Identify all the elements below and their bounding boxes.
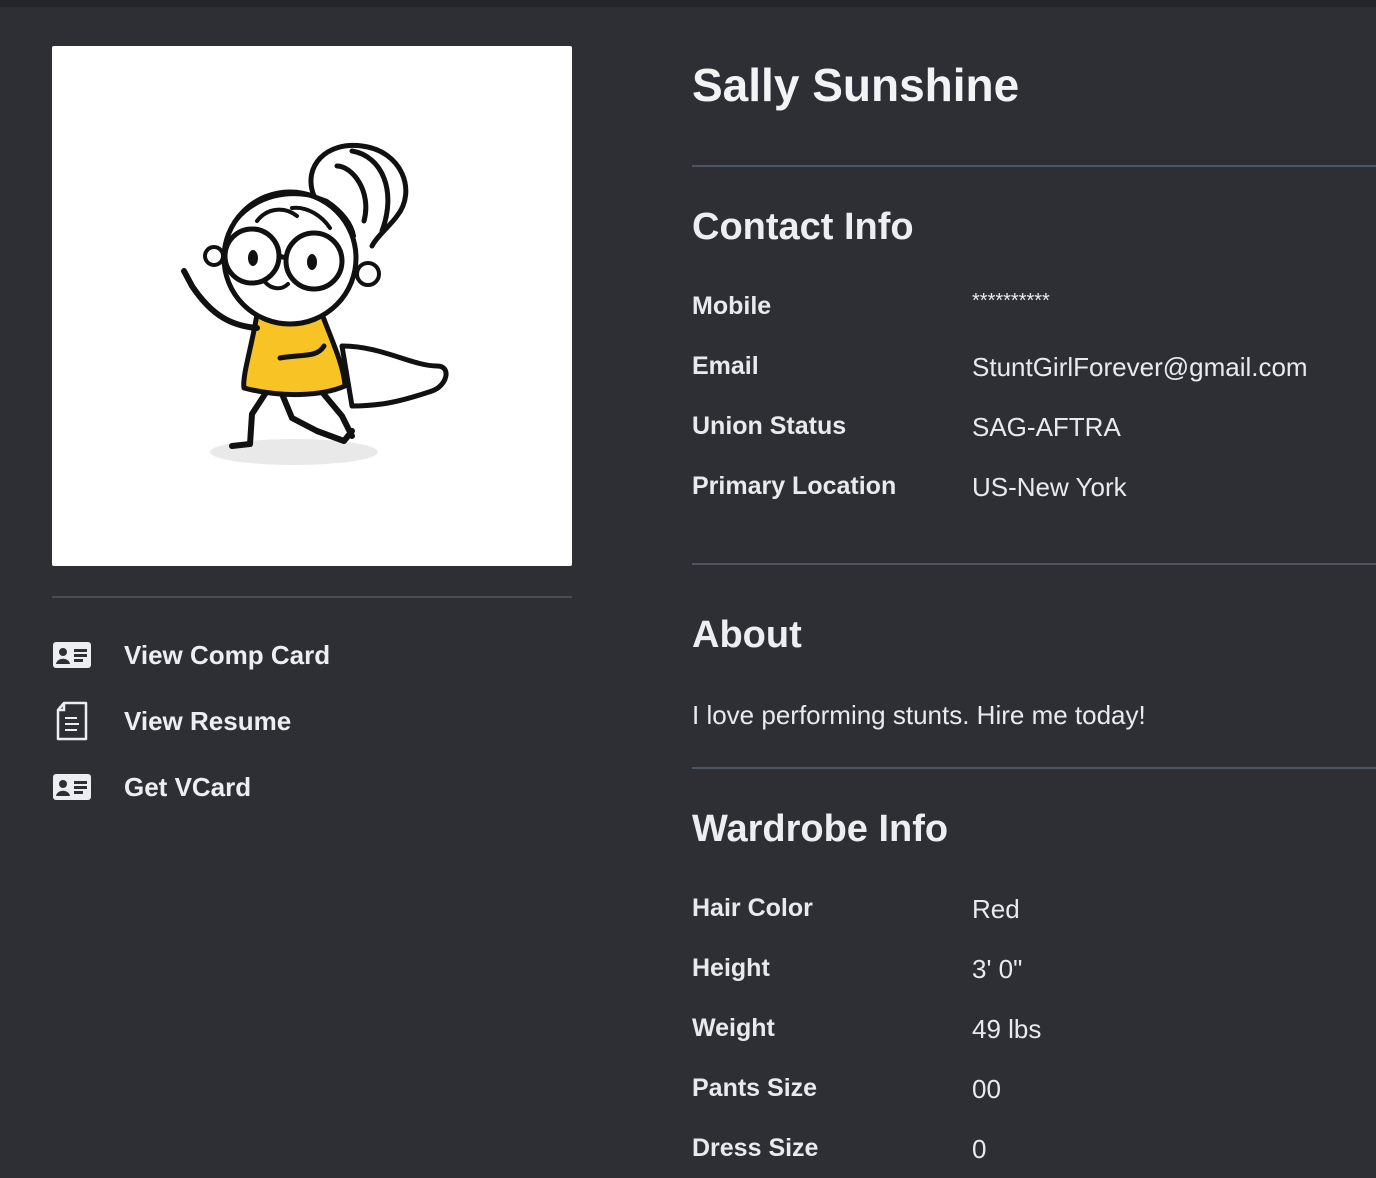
view-resume-link[interactable]: View Resume: [52, 688, 572, 754]
top-bar: [0, 0, 1376, 7]
wardrobe-label-pants-size: Pants Size: [692, 1074, 818, 1102]
contact-label-email: Email: [692, 352, 759, 380]
view-comp-card-label: View Comp Card: [124, 639, 331, 670]
view-comp-card-link[interactable]: View Comp Card: [52, 622, 572, 688]
wardrobe-label-height: Height: [692, 954, 770, 982]
section-divider: [692, 165, 1376, 167]
get-vcard-label: Get VCard: [124, 771, 252, 802]
wardrobe-value-pants-size: 00: [972, 1074, 1001, 1104]
wardrobe-label-dress-size: Dress Size: [692, 1134, 819, 1162]
profile-sidebar: View Comp Card View Resume Get VCard: [52, 46, 572, 820]
id-card-icon: [52, 635, 92, 675]
contact-value-union: SAG-AFTRA: [972, 412, 1121, 442]
wardrobe-label-weight: Weight: [692, 1014, 775, 1042]
profile-photo: [52, 46, 572, 566]
contact-label-mobile: Mobile: [692, 292, 772, 320]
document-icon: [52, 701, 92, 741]
contact-label-union: Union Status: [692, 412, 847, 440]
wardrobe-value-weight: 49 lbs: [972, 1014, 1042, 1044]
about-heading: About: [692, 614, 802, 656]
wardrobe-value-dress-size: 0: [972, 1134, 987, 1164]
contact-label-location: Primary Location: [692, 472, 897, 500]
section-divider: [692, 767, 1376, 769]
contact-value-email[interactable]: StuntGirlForever@gmail.com: [972, 352, 1308, 383]
sidebar-divider: [52, 596, 572, 598]
wardrobe-value-height: 3' 0": [972, 954, 1023, 984]
section-divider: [692, 563, 1376, 565]
wardrobe-info-heading: Wardrobe Info: [692, 808, 949, 850]
get-vcard-link[interactable]: Get VCard: [52, 754, 572, 820]
profile-name: Sally Sunshine: [692, 59, 1020, 111]
view-resume-label: View Resume: [124, 705, 292, 736]
about-text: I love performing stunts. Hire me today!: [692, 700, 1146, 730]
id-card-icon: [52, 767, 92, 807]
contact-value-location: US-New York: [972, 472, 1127, 502]
wardrobe-value-hair-color: Red: [972, 894, 1020, 924]
wardrobe-label-hair-color: Hair Color: [692, 894, 813, 922]
profile-actions: View Comp Card View Resume Get VCard: [52, 622, 572, 820]
contact-value-mobile: **********: [972, 290, 1050, 312]
superhero-girl-illustration: [181, 142, 449, 465]
contact-info-heading: Contact Info: [692, 206, 914, 248]
